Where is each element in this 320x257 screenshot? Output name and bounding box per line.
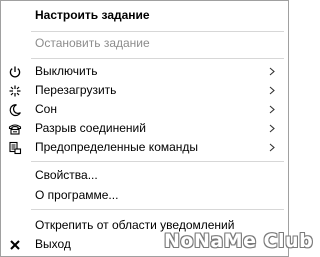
close-icon [10, 240, 20, 250]
menu-item-shutdown[interactable]: Выключить [1, 62, 288, 81]
sparkle-restart-icon [9, 85, 21, 97]
chevron-right-icon [269, 143, 275, 152]
command-list-icon [9, 141, 22, 155]
moon-icon [9, 104, 21, 117]
menu-separator [31, 58, 284, 59]
menu-separator [31, 209, 284, 210]
menu-item-label: Настроить задание [35, 8, 150, 22]
menu-separator [31, 161, 284, 162]
power-icon [9, 66, 21, 78]
menu-item-disconnect[interactable]: Разрыв соединений [1, 119, 288, 138]
menu-item-predefined-commands[interactable]: Предопределенные команды [1, 138, 288, 157]
chevron-right-icon [269, 67, 275, 76]
menu-item-label: Сон [35, 102, 57, 116]
menu-item-sleep[interactable]: Сон [1, 100, 288, 119]
watermark: NoNaMe Club [164, 230, 314, 252]
menu-item-configure-task[interactable]: Настроить задание [1, 6, 288, 25]
chevron-right-icon [269, 86, 275, 95]
chevron-right-icon [269, 105, 275, 114]
phone-disconnect-icon [8, 124, 22, 135]
menu-item-label: Свойства... [35, 168, 98, 182]
menu-item-label: О программе... [35, 188, 119, 202]
menu-item-restart[interactable]: Перезагрузить [1, 81, 288, 100]
menu-separator [31, 31, 284, 32]
menu-item-label: Разрыв соединений [35, 121, 146, 135]
menu-item-label: Выход [35, 237, 71, 251]
chevron-right-icon [269, 124, 275, 133]
menu-item-label: Перезагрузить [35, 83, 117, 97]
menu-item-about[interactable]: О программе... [1, 186, 288, 205]
menu-item-label: Предопределенные команды [35, 140, 199, 154]
menu-item-label: Остановить задание [35, 36, 150, 50]
menu-item-label: Выключить [35, 64, 98, 78]
menu-item-properties[interactable]: Свойства... [1, 166, 288, 185]
menu-item-stop-task: Остановить задание [1, 34, 288, 53]
context-menu: Настроить задание Остановить задание Вык… [0, 0, 313, 257]
